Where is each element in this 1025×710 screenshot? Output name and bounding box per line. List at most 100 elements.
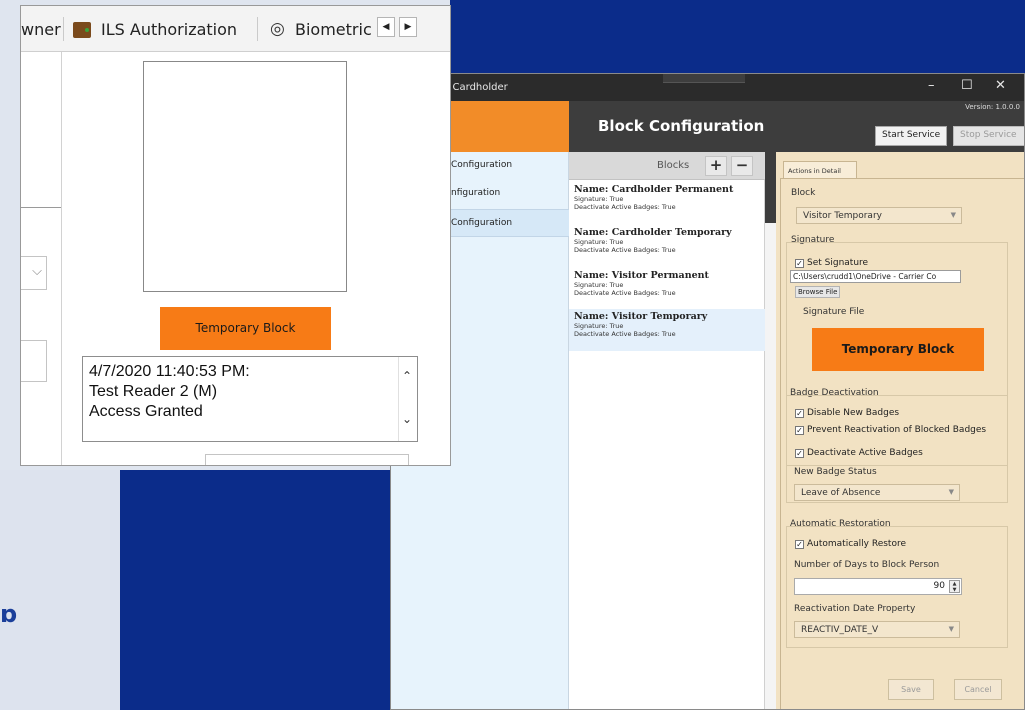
checkbox-checked-icon: ✓ [795, 409, 804, 418]
minimize-icon[interactable]: – [928, 78, 935, 93]
automatically-restore-checkbox[interactable]: ✓ Automatically Restore [795, 539, 906, 549]
list-item-selected[interactable]: Name: Visitor Temporary Signature: True … [569, 309, 765, 351]
block-label: Block [791, 188, 816, 198]
reactivation-date-select[interactable]: REACTIV_DATE_V ▼ [794, 621, 960, 638]
signature-file-label: Signature File [803, 307, 865, 317]
version-label: Version: 1.0.0.0 [965, 103, 1020, 111]
tab-separator [63, 17, 64, 41]
days-to-block-value: 90 [933, 581, 945, 591]
log-line-status: Access Granted [89, 403, 203, 420]
tab-separator [257, 17, 258, 41]
reactivation-date-label: Reactivation Date Property [794, 604, 916, 614]
chevron-down-icon: ▼ [948, 488, 954, 496]
block-deactivate: Deactivate Active Badges: True [574, 203, 676, 211]
tab-actions-in-detail[interactable]: Actions in Detail [783, 161, 857, 179]
access-log-text: 4/7/2020 11:40:53 PM: Test Reader 2 (M) … [89, 362, 250, 422]
list-item[interactable]: Name: Cardholder Temporary Signature: Tr… [569, 225, 765, 267]
set-signature-checkbox[interactable]: ✓ Set Signature [795, 258, 868, 268]
overlay-tab-strip: wner ILS Authorization ◎ Biometric ◀ ▶ [21, 6, 450, 52]
signature-preview: Temporary Block [812, 328, 984, 371]
list-item[interactable]: Name: Visitor Permanent Signature: True … [569, 268, 765, 310]
add-block-button[interactable]: + [705, 156, 727, 176]
close-icon[interactable]: ✕ [995, 78, 1006, 93]
log-scrollbar[interactable]: ⌃ ⌄ [398, 357, 417, 441]
block-deactivate: Deactivate Active Badges: True [574, 246, 676, 254]
checkbox-checked-icon: ✓ [795, 540, 804, 549]
chevron-up-icon[interactable]: ⌃ [402, 369, 412, 383]
automatically-restore-label: Automatically Restore [807, 539, 907, 549]
days-to-block-label: Number of Days to Block Person [794, 560, 940, 570]
actions-detail-pane: Actions in Detail Block Visitor Temporar… [776, 152, 1024, 709]
days-to-block-stepper[interactable]: 90 ▲ ▼ [794, 578, 962, 595]
block-name: Name: Visitor Temporary [574, 311, 708, 322]
cancel-button[interactable]: Cancel [954, 679, 1002, 700]
prevent-reactivation-checkbox[interactable]: ✓ Prevent Reactivation of Blocked Badges [795, 425, 986, 435]
window-title: d Cardholder [443, 82, 508, 93]
block-select-value: Visitor Temporary [803, 211, 882, 221]
sidebar-item-label: Configuration [451, 218, 513, 228]
title-bar[interactable]: d Cardholder – ☐ ✕ [391, 74, 1024, 101]
overlay-divider [61, 52, 62, 465]
remove-block-button[interactable]: − [731, 156, 753, 176]
deactivate-active-badges-checkbox[interactable]: ✓ Deactivate Active Badges [795, 448, 923, 458]
overlay-rule [21, 207, 61, 208]
signature-box [143, 61, 347, 292]
browse-file-button[interactable]: Browse File [795, 286, 841, 298]
title-grip[interactable] [663, 74, 745, 83]
overlay-bottom-field[interactable] [205, 454, 409, 465]
block-signature: Signature: True [574, 195, 624, 203]
overlay-select[interactable]: ⌵ [21, 256, 47, 290]
new-badge-status-label: New Badge Status [794, 467, 877, 477]
new-badge-status-select[interactable]: Leave of Absence ▼ [794, 484, 960, 501]
deactivate-active-badges-label: Deactivate Active Badges [807, 448, 923, 458]
blocks-header: Blocks + − [569, 152, 765, 180]
checkbox-checked-icon: ✓ [795, 449, 804, 458]
block-select[interactable]: Visitor Temporary ▼ [796, 207, 962, 224]
block-signature: Signature: True [574, 281, 624, 289]
checkbox-checked-icon: ✓ [795, 259, 804, 268]
block-name: Name: Cardholder Permanent [574, 184, 734, 195]
block-name: Name: Visitor Permanent [574, 270, 709, 281]
block-signature: Signature: True [574, 238, 624, 246]
save-button[interactable]: Save [888, 679, 934, 700]
sidebar-item-label: Configuration [451, 160, 513, 170]
new-badge-status-value: Leave of Absence [801, 488, 881, 498]
stepper-arrows-icon[interactable]: ▲ ▼ [949, 580, 960, 593]
disable-new-badges-checkbox[interactable]: ✓ Disable New Badges [795, 408, 899, 418]
block-deactivate: Deactivate Active Badges: True [574, 289, 676, 297]
block-name: Name: Cardholder Temporary [574, 227, 732, 238]
access-log-box[interactable]: 4/7/2020 11:40:53 PM: Test Reader 2 (M) … [82, 356, 418, 442]
temporary-block-button[interactable]: Temporary Block [160, 307, 331, 350]
reactivation-date-value: REACTIV_DATE_V [801, 625, 879, 635]
chevron-down-icon: ▼ [948, 625, 954, 633]
block-signature: Signature: True [574, 322, 624, 330]
page-title: Block Configuration [598, 117, 765, 135]
tab-biometric[interactable]: Biometric [295, 20, 372, 39]
blocks-list-pane: Blocks + − Name: Cardholder Permanent Si… [569, 152, 765, 709]
log-line-reader: Test Reader 2 (M) [89, 383, 218, 400]
start-service-button[interactable]: Start Service [875, 126, 948, 146]
log-line-timestamp: 4/7/2020 11:40:53 PM: [89, 363, 250, 380]
tab-scroll-right-button[interactable]: ▶ [399, 17, 417, 37]
block-deactivate: Deactivate Active Badges: True [574, 330, 676, 338]
background-text-fragment: ɒ [0, 600, 18, 628]
block-configuration-window: d Cardholder – ☐ ✕ Block Configuration V… [390, 73, 1025, 710]
set-signature-label: Set Signature [807, 258, 869, 268]
door-icon [73, 22, 91, 38]
overlay-field[interactable] [21, 340, 47, 382]
tab-ils-authorization[interactable]: ILS Authorization [101, 20, 237, 39]
chevron-down-icon[interactable]: ⌄ [402, 412, 412, 426]
prevent-reactivation-label: Prevent Reactivation of Blocked Badges [807, 425, 987, 435]
signature-path-field[interactable]: C:\Users\crudd1\OneDrive - Carrier Co [790, 270, 961, 283]
list-item[interactable]: Name: Cardholder Permanent Signature: Tr… [569, 182, 765, 224]
disable-new-badges-label: Disable New Badges [807, 408, 900, 418]
fingerprint-icon: ◎ [270, 19, 285, 39]
blocks-header-label: Blocks [657, 160, 690, 171]
chevron-down-icon: ⌵ [32, 264, 42, 279]
checkbox-checked-icon: ✓ [795, 426, 804, 435]
stop-service-button[interactable]: Stop Service [953, 126, 1024, 146]
zoomed-cardholder-panel: wner ILS Authorization ◎ Biometric ◀ ▶ ⌵… [20, 5, 451, 466]
tab-scroll-left-button[interactable]: ◀ [377, 17, 395, 37]
maximize-icon[interactable]: ☐ [961, 78, 973, 93]
tab-owner[interactable]: wner [21, 20, 61, 39]
